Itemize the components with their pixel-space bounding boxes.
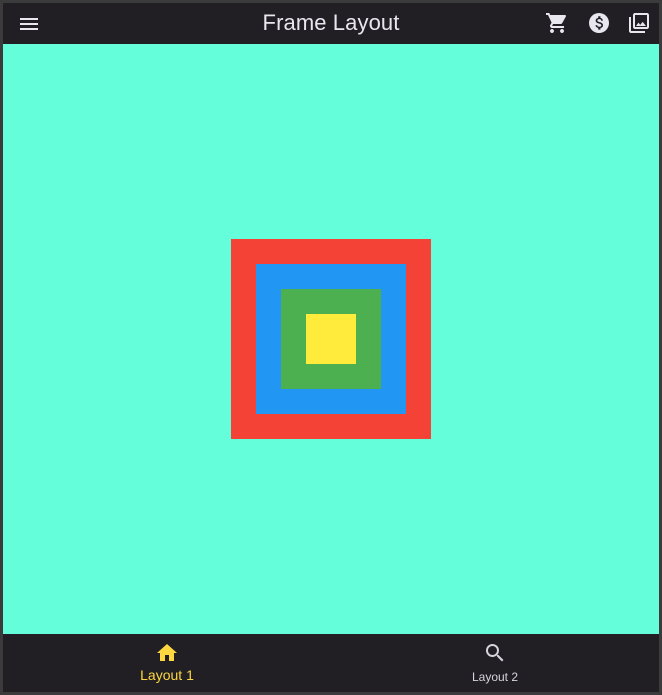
app-window: Frame Layout Layout 1 Layout 2 [0, 0, 662, 695]
nav-item-layout-2[interactable]: Layout 2 [331, 634, 659, 692]
dollar-circle-icon [589, 13, 609, 33]
bottom-navigation: Layout 1 Layout 2 [3, 634, 659, 692]
photo-library-icon [629, 13, 649, 33]
cart-button[interactable] [545, 11, 569, 35]
content-area [3, 44, 659, 634]
dollar-button[interactable] [587, 11, 611, 35]
app-bar: Frame Layout [3, 3, 659, 44]
frame-layout [231, 239, 431, 439]
nav-label-layout-2: Layout 2 [471, 670, 519, 684]
nav-item-layout-1[interactable]: Layout 1 [3, 634, 331, 692]
search-icon [486, 644, 504, 662]
shopping-cart-icon [546, 13, 567, 33]
nav-label-layout-1: Layout 1 [140, 667, 194, 683]
yellow-square [306, 314, 356, 364]
gallery-button[interactable] [627, 11, 651, 35]
home-icon [157, 644, 177, 661]
